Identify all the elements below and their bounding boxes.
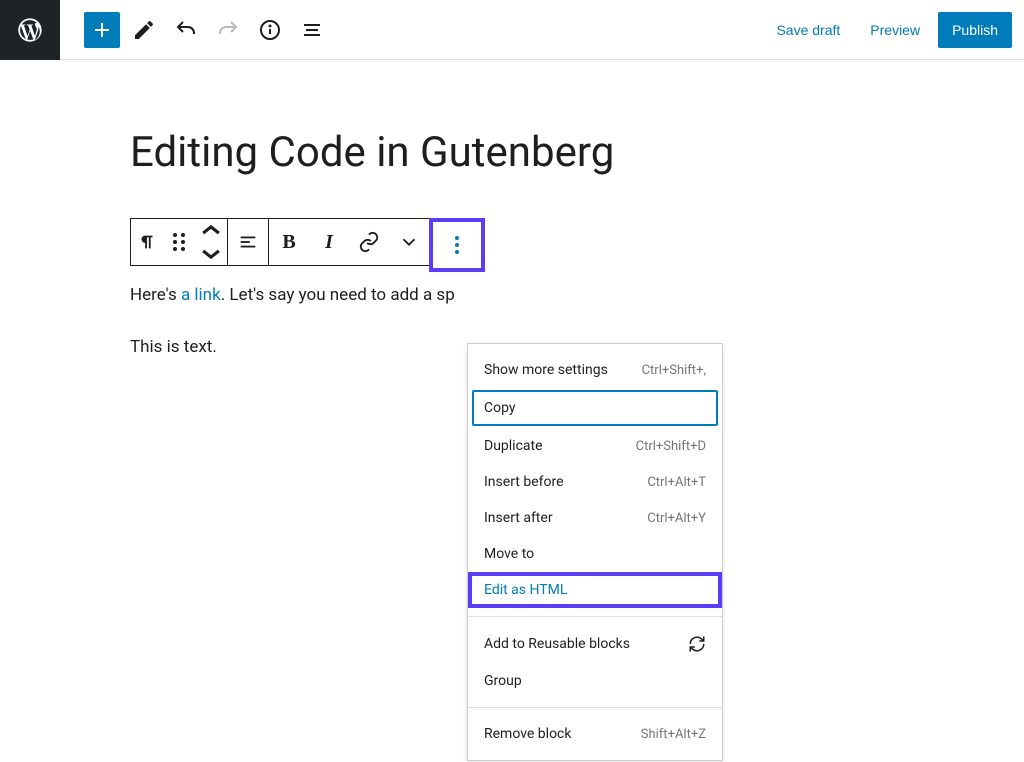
menu-add-reusable[interactable]: Add to Reusable blocks (468, 625, 722, 663)
menu-label: Group (484, 673, 522, 689)
menu-edit-as-html[interactable]: Edit as HTML (468, 572, 722, 608)
menu-label: Move to (484, 546, 534, 562)
menu-shortcut: Ctrl+Shift+D (636, 439, 706, 454)
redo-button[interactable] (210, 12, 246, 48)
menu-shortcut: Ctrl+Alt+Y (647, 511, 706, 526)
add-block-button[interactable] (84, 12, 120, 48)
plus-icon (90, 18, 114, 42)
preview-button[interactable]: Preview (858, 14, 932, 46)
menu-duplicate[interactable]: Duplicate Ctrl+Shift+D (468, 428, 722, 464)
menu-copy[interactable]: Copy (472, 390, 718, 426)
editor-tools (60, 12, 330, 48)
menu-label: Insert before (484, 474, 564, 490)
chevron-updown-icon (200, 219, 222, 265)
top-actions: Save draft Preview Publish (764, 12, 1024, 48)
more-options-button[interactable] (433, 222, 481, 268)
bold-button[interactable]: B (269, 219, 309, 265)
more-formatting-button[interactable] (389, 219, 429, 265)
editor-area: Editing Code in Gutenberg (0, 60, 1024, 361)
move-updown-button[interactable] (195, 219, 227, 265)
menu-show-more-settings[interactable]: Show more settings Ctrl+Shift+, (468, 352, 722, 388)
more-options-highlight (429, 218, 485, 272)
menu-remove-block[interactable]: Remove block Shift+Alt+Z (468, 716, 722, 752)
menu-label: Show more settings (484, 362, 608, 378)
block-toolbar: B I (130, 218, 430, 266)
top-bar: Save draft Preview Publish (0, 0, 1024, 60)
menu-shortcut: Shift+Alt+Z (641, 727, 706, 742)
menu-label: Copy (484, 400, 516, 416)
link-icon (358, 231, 380, 253)
align-left-icon (237, 231, 259, 253)
paragraph-block-1[interactable]: Here's a link. Let's say you need to add… (130, 282, 894, 309)
save-draft-button[interactable]: Save draft (764, 14, 852, 46)
align-button[interactable] (228, 219, 268, 265)
italic-button[interactable]: I (309, 219, 349, 265)
post-title[interactable]: Editing Code in Gutenberg (130, 128, 894, 178)
menu-label: Add to Reusable blocks (484, 636, 630, 652)
content-link[interactable]: a link (181, 285, 221, 305)
menu-group[interactable]: Group (468, 663, 722, 699)
undo-button[interactable] (168, 12, 204, 48)
menu-label: Edit as HTML (484, 582, 567, 598)
block-options-dropdown: Show more settings Ctrl+Shift+, Copy Dup… (467, 343, 723, 761)
info-icon (258, 18, 282, 42)
menu-shortcut: Ctrl+Shift+, (642, 363, 706, 378)
info-button[interactable] (252, 12, 288, 48)
paragraph-icon (136, 231, 158, 253)
pencil-icon (132, 18, 156, 42)
menu-insert-before[interactable]: Insert before Ctrl+Alt+T (468, 464, 722, 500)
text-fragment: . Let's say you need to add a sp (221, 285, 455, 305)
menu-move-to[interactable]: Move to (468, 536, 722, 572)
block-type-button[interactable] (131, 219, 163, 265)
menu-label: Remove block (484, 726, 571, 742)
kebab-icon (455, 236, 459, 254)
menu-shortcut: Ctrl+Alt+T (647, 475, 706, 490)
edit-mode-button[interactable] (126, 12, 162, 48)
list-icon (300, 18, 324, 42)
wordpress-icon (16, 16, 44, 44)
text-fragment: Here's (130, 285, 181, 305)
menu-insert-after[interactable]: Insert after Ctrl+Alt+Y (468, 500, 722, 536)
link-button[interactable] (349, 219, 389, 265)
outline-button[interactable] (294, 12, 330, 48)
menu-label: Insert after (484, 510, 553, 526)
wordpress-logo[interactable] (0, 0, 60, 60)
menu-label: Duplicate (484, 438, 543, 454)
chevron-down-icon (398, 231, 420, 253)
refresh-icon (688, 635, 706, 653)
publish-button[interactable]: Publish (938, 12, 1012, 48)
drag-icon (173, 233, 185, 251)
drag-handle[interactable] (163, 219, 195, 265)
undo-icon (174, 18, 198, 42)
redo-icon (216, 18, 240, 42)
